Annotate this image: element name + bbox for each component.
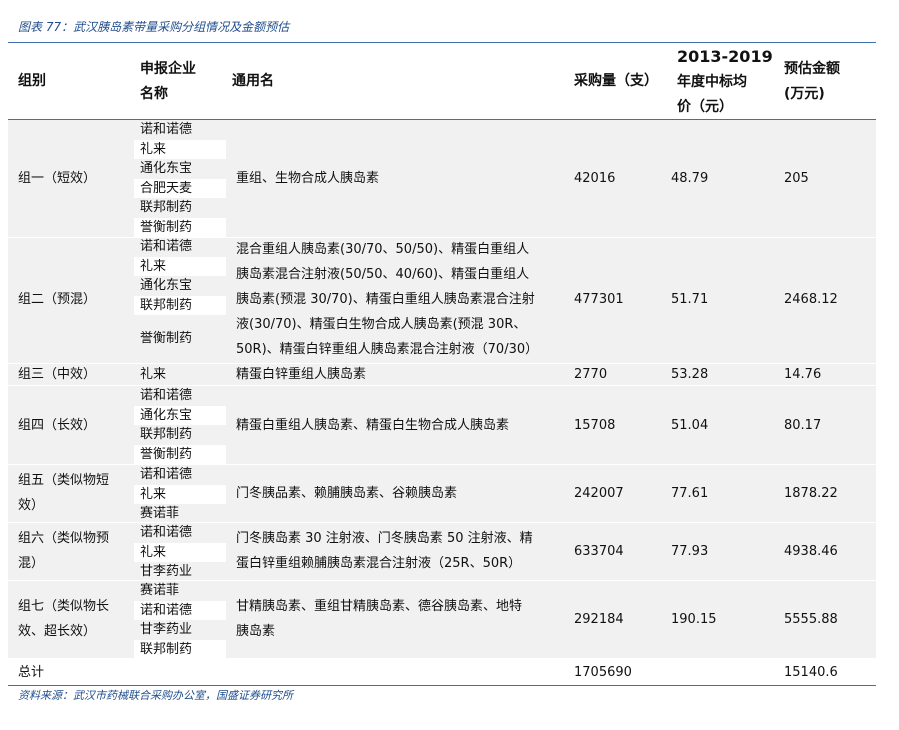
company-name: 诺和诺德 (134, 600, 226, 620)
company-list: 礼来 (134, 364, 226, 385)
company-name: 赛诺菲 (140, 583, 180, 598)
amount-cell: 80.17 (784, 418, 822, 433)
company-name: 联邦制药 (140, 427, 193, 442)
company-name: 合肥天麦 (134, 178, 226, 198)
company-name: 甘李药业 (140, 622, 193, 637)
group-cell: 组四（长效） (18, 418, 97, 433)
header-quantity: 采购量（支） (574, 73, 658, 89)
company-list: 诺和诺德 礼来 赛诺菲 (134, 465, 226, 524)
header-price-2: 年度中标均 (677, 74, 747, 90)
quantity-cell: 15708 (574, 418, 616, 433)
company-list: 诺和诺德 礼来 甘李药业 (134, 523, 226, 582)
table-caption: 图表 77：武汉胰岛素带量采购分组情况及金额预估 (18, 20, 290, 34)
amount-cell: 5555.88 (784, 612, 838, 627)
price-cell: 48.79 (671, 171, 709, 186)
generic-name-line: 胰岛素(预混 30/70)、精蛋白重组人胰岛素混合注射 (236, 292, 535, 307)
quantity-cell: 2770 (574, 367, 608, 382)
generic-name-cell: 精蛋白锌重组人胰岛素 (236, 367, 367, 382)
price-cell: 51.71 (671, 292, 709, 307)
header-amount-1: 预估金额 (784, 61, 840, 77)
group-cell: 组一（短效） (18, 171, 97, 186)
company-name: 诺和诺德 (140, 122, 193, 137)
company-list: 诺和诺德 礼来 通化东宝 联邦制药 誉衡制药 (134, 237, 226, 363)
total-quantity: 1705690 (574, 665, 632, 680)
bottom-rule (8, 685, 876, 686)
group-cell-line: 效） (18, 498, 45, 513)
amount-cell: 4938.46 (784, 544, 838, 559)
group-cell: 组二（预混） (18, 292, 97, 307)
group-cell-line: 混） (18, 556, 45, 571)
header-amount-2: (万元) (784, 86, 825, 102)
company-name: 礼来 (134, 484, 226, 504)
header-price-1: 2013-2019 (677, 47, 773, 66)
company-name: 礼来 (134, 542, 226, 562)
company-name: 诺和诺德 (140, 239, 193, 254)
company-list: 赛诺菲 诺和诺德 甘李药业 联邦制药 (134, 581, 226, 659)
company-name: 赛诺菲 (140, 506, 180, 521)
company-name: 誉衡制药 (140, 331, 193, 346)
source-note: 资料来源：武汉市药械联合采购办公室，国盛证券研究所 (18, 689, 293, 702)
price-cell: 77.61 (671, 486, 709, 501)
company-name: 诺和诺德 (140, 525, 193, 540)
quantity-cell: 477301 (574, 292, 624, 307)
price-cell: 53.28 (671, 367, 709, 382)
generic-name-line: 门冬胰岛素 30 注射液、门冬胰岛素 50 注射液、精 (236, 531, 533, 546)
quantity-cell: 242007 (574, 486, 624, 501)
group-cell-line: 组五（类似物短 (18, 473, 110, 488)
company-name: 誉衡制药 (134, 217, 226, 237)
quantity-cell: 42016 (574, 171, 616, 186)
group-cell-line: 组六（类似物预 (18, 531, 110, 546)
amount-cell: 2468.12 (784, 292, 838, 307)
company-name: 通化东宝 (140, 278, 193, 293)
company-name: 联邦制药 (134, 295, 226, 315)
generic-name-line: 50R)、精蛋白锌重组人胰岛素混合注射液（70/30） (236, 342, 539, 357)
quantity-cell: 633704 (574, 544, 624, 559)
amount-cell: 205 (784, 171, 809, 186)
price-cell: 77.93 (671, 544, 709, 559)
generic-name-cell: 重组、生物合成人胰岛素 (236, 171, 380, 186)
price-cell: 51.04 (671, 418, 709, 433)
price-cell: 190.15 (671, 612, 717, 627)
header-price-3: 价（元） (677, 99, 733, 115)
company-name: 礼来 (140, 367, 167, 382)
header-group: 组别 (18, 73, 46, 89)
generic-name-line: 混合重组人胰岛素(30/70、50/50)、精蛋白重组人 (236, 242, 530, 257)
group-cell: 组三（中效） (18, 367, 97, 382)
company-name: 通化东宝 (134, 405, 226, 425)
generic-name-line: 液(30/70)、精蛋白生物合成人胰岛素(预混 30R、 (236, 317, 527, 332)
company-name: 通化东宝 (140, 161, 193, 176)
header-company-2: 名称 (140, 86, 168, 102)
amount-cell: 14.76 (784, 367, 822, 382)
company-name: 礼来 (134, 139, 226, 159)
company-name: 联邦制药 (134, 639, 226, 659)
company-list: 诺和诺德 礼来 通化东宝 合肥天麦 联邦制药 誉衡制药 (134, 120, 226, 237)
generic-name-line: 胰岛素 (236, 624, 276, 639)
generic-name-cell: 门冬胰品素、赖脯胰岛素、谷赖胰岛素 (236, 486, 458, 501)
header-company-1: 申报企业 (140, 61, 196, 77)
quantity-cell: 292184 (574, 612, 624, 627)
company-name: 诺和诺德 (140, 467, 193, 482)
total-amount: 15140.6 (784, 665, 838, 680)
company-name: 诺和诺德 (140, 388, 193, 403)
generic-name-line: 甘精胰岛素、重组甘精胰岛素、德谷胰岛素、地特 (236, 599, 523, 614)
company-list: 诺和诺德 通化东宝 联邦制药 誉衡制药 (134, 386, 226, 464)
group-cell-line: 效、超长效） (18, 624, 97, 639)
group-cell-line: 组七（类似物长 (18, 599, 110, 614)
amount-cell: 1878.22 (784, 486, 838, 501)
top-rule (8, 42, 876, 43)
generic-name-line: 胰岛素混合注射液(50/50、40/60)、精蛋白重组人 (236, 267, 530, 282)
header-generic: 通用名 (232, 73, 274, 89)
company-name: 誉衡制药 (134, 444, 226, 464)
company-name: 礼来 (134, 256, 226, 276)
company-name: 联邦制药 (140, 200, 193, 215)
generic-name-cell: 精蛋白重组人胰岛素、精蛋白生物合成人胰岛素 (236, 418, 510, 433)
total-label: 总计 (18, 665, 45, 680)
generic-name-line: 蛋白锌重组赖脯胰岛素混合注射液（25R、50R） (236, 556, 522, 571)
company-name: 甘李药业 (140, 564, 193, 579)
